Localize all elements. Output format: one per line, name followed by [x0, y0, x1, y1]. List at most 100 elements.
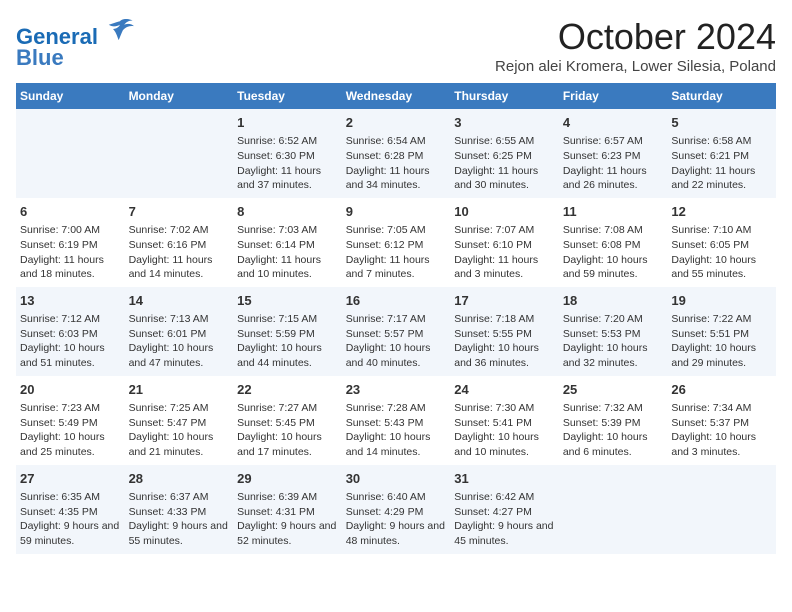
day-number: 21: [129, 381, 230, 399]
calendar-cell: 21 Sunrise: 7:25 AMSunset: 5:47 PMDayligh…: [125, 376, 234, 465]
day-number: 7: [129, 203, 230, 221]
calendar-cell: 9Sunrise: 7:05 AMSunset: 6:12 PMDaylight…: [342, 198, 451, 287]
day-number: 31: [454, 470, 555, 488]
calendar-cell: 24Sunrise: 7:30 AMSunset: 5:41 PMDayligh…: [450, 376, 559, 465]
cell-text: Sunrise: 6:52 AM: [237, 134, 338, 149]
cell-text: Daylight: 10 hours and 3 minutes.: [671, 430, 772, 459]
title-block: October 2024 Rejon alei Kromera, Lower S…: [495, 16, 776, 75]
cell-text: Sunrise: 7:23 AM: [20, 401, 121, 416]
cell-text: Sunrise: 7:25 AM: [129, 401, 230, 416]
cell-text: Daylight: 10 hours and 44 minutes.: [237, 341, 338, 370]
cell-text: Sunset: 6:12 PM: [346, 238, 447, 253]
day-number: 4: [563, 114, 664, 132]
cell-text: Sunrise: 7:08 AM: [563, 223, 664, 238]
cell-text: Daylight: 10 hours and 36 minutes.: [454, 341, 555, 370]
calendar-header-row: SundayMondayTuesdayWednesdayThursdayFrid…: [16, 83, 776, 109]
cell-text: Daylight: 11 hours and 14 minutes.: [129, 253, 230, 282]
cell-text: Sunset: 5:49 PM: [20, 416, 121, 431]
cell-text: Sunrise: 6:42 AM: [454, 490, 555, 505]
calendar-cell: 12Sunrise: 7:10 AMSunset: 6:05 PMDayligh…: [667, 198, 776, 287]
cell-text: Sunrise: 7:07 AM: [454, 223, 555, 238]
calendar-week-row: 1Sunrise: 6:52 AMSunset: 6:30 PMDaylight…: [16, 109, 776, 198]
day-number: 25: [563, 381, 664, 399]
cell-text: Sunset: 6:25 PM: [454, 149, 555, 164]
day-number: 29: [237, 470, 338, 488]
calendar-cell: 29Sunrise: 6:39 AMSunset: 4:31 PMDayligh…: [233, 465, 342, 554]
calendar-cell: 5Sunrise: 6:58 AMSunset: 6:21 PMDaylight…: [667, 109, 776, 198]
cell-text: Sunset: 6:01 PM: [129, 327, 230, 342]
day-number: 19: [671, 292, 772, 310]
cell-text: Sunset: 6:14 PM: [237, 238, 338, 253]
cell-text: Sunrise: 7:17 AM: [346, 312, 447, 327]
cell-text: Sunrise: 7:30 AM: [454, 401, 555, 416]
cell-text: Sunrise: 7:05 AM: [346, 223, 447, 238]
day-number: 14: [129, 292, 230, 310]
cell-text: Sunrise: 7:32 AM: [563, 401, 664, 416]
cell-text: Sunrise: 7:15 AM: [237, 312, 338, 327]
cell-text: Daylight: 9 hours and 45 minutes.: [454, 519, 555, 548]
day-number: 24: [454, 381, 555, 399]
calendar-cell: 2Sunrise: 6:54 AMSunset: 6:28 PMDaylight…: [342, 109, 451, 198]
day-of-week-header: Tuesday: [233, 83, 342, 109]
cell-text: Daylight: 11 hours and 26 minutes.: [563, 164, 664, 193]
cell-text: Daylight: 10 hours and 14 minutes.: [346, 430, 447, 459]
calendar-cell: 18Sunrise: 7:20 AMSunset: 5:53 PMDayligh…: [559, 287, 668, 376]
cell-text: Daylight: 10 hours and 29 minutes.: [671, 341, 772, 370]
cell-text: Daylight: 10 hours and 40 minutes.: [346, 341, 447, 370]
calendar-cell: 7Sunrise: 7:02 AMSunset: 6:16 PMDaylight…: [125, 198, 234, 287]
calendar-cell: 22Sunrise: 7:27 AMSunset: 5:45 PMDayligh…: [233, 376, 342, 465]
cell-text: Daylight: 10 hours and 47 minutes.: [129, 341, 230, 370]
cell-text: Daylight: 10 hours and 21 minutes.: [129, 430, 230, 459]
cell-text: Sunset: 5:59 PM: [237, 327, 338, 342]
cell-text: Sunset: 5:39 PM: [563, 416, 664, 431]
day-number: 2: [346, 114, 447, 132]
cell-text: Sunrise: 7:34 AM: [671, 401, 772, 416]
day-of-week-header: Monday: [125, 83, 234, 109]
cell-text: Sunrise: 6:35 AM: [20, 490, 121, 505]
day-number: 1: [237, 114, 338, 132]
cell-text: Daylight: 10 hours and 6 minutes.: [563, 430, 664, 459]
cell-text: Sunset: 4:35 PM: [20, 505, 121, 520]
day-number: 16: [346, 292, 447, 310]
day-number: 30: [346, 470, 447, 488]
cell-text: Sunrise: 7:22 AM: [671, 312, 772, 327]
cell-text: Sunset: 6:03 PM: [20, 327, 121, 342]
cell-text: Sunset: 5:45 PM: [237, 416, 338, 431]
cell-text: Sunset: 5:53 PM: [563, 327, 664, 342]
cell-text: Sunset: 4:27 PM: [454, 505, 555, 520]
cell-text: Sunrise: 6:54 AM: [346, 134, 447, 149]
calendar-cell: 30Sunrise: 6:40 AMSunset: 4:29 PMDayligh…: [342, 465, 451, 554]
cell-text: Sunrise: 7:03 AM: [237, 223, 338, 238]
calendar-cell: 4Sunrise: 6:57 AMSunset: 6:23 PMDaylight…: [559, 109, 668, 198]
cell-text: Sunrise: 7:10 AM: [671, 223, 772, 238]
cell-text: Sunrise: 6:37 AM: [129, 490, 230, 505]
calendar-cell: 19Sunrise: 7:22 AMSunset: 5:51 PMDayligh…: [667, 287, 776, 376]
cell-text: Daylight: 11 hours and 18 minutes.: [20, 253, 121, 282]
day-number: 11: [563, 203, 664, 221]
logo: General Blue: [16, 16, 134, 71]
cell-text: Daylight: 9 hours and 55 minutes.: [129, 519, 230, 548]
cell-text: Sunset: 5:57 PM: [346, 327, 447, 342]
calendar-week-row: 27Sunrise: 6:35 AMSunset: 4:35 PMDayligh…: [16, 465, 776, 554]
cell-text: Sunset: 6:23 PM: [563, 149, 664, 164]
calendar-cell: 28Sunrise: 6:37 AMSunset: 4:33 PMDayligh…: [125, 465, 234, 554]
cell-text: Sunset: 5:47 PM: [129, 416, 230, 431]
calendar-week-row: 13Sunrise: 7:12 AMSunset: 6:03 PMDayligh…: [16, 287, 776, 376]
calendar-cell: 16 Sunrise: 7:17 AMSunset: 5:57 PMDayligh…: [342, 287, 451, 376]
cell-text: Daylight: 9 hours and 48 minutes.: [346, 519, 447, 548]
cell-text: Sunset: 5:43 PM: [346, 416, 447, 431]
cell-text: Daylight: 9 hours and 59 minutes.: [20, 519, 121, 548]
month-title: October 2024: [495, 16, 776, 58]
cell-text: Daylight: 11 hours and 37 minutes.: [237, 164, 338, 193]
calendar-cell: 17Sunrise: 7:18 AMSunset: 5:55 PMDayligh…: [450, 287, 559, 376]
cell-text: Sunrise: 7:27 AM: [237, 401, 338, 416]
day-of-week-header: Sunday: [16, 83, 125, 109]
day-number: 20: [20, 381, 121, 399]
day-of-week-header: Thursday: [450, 83, 559, 109]
cell-text: Daylight: 9 hours and 52 minutes.: [237, 519, 338, 548]
calendar-cell: 27Sunrise: 6:35 AMSunset: 4:35 PMDayligh…: [16, 465, 125, 554]
cell-text: Daylight: 10 hours and 17 minutes.: [237, 430, 338, 459]
calendar-cell: 26Sunrise: 7:34 AMSunset: 5:37 PMDayligh…: [667, 376, 776, 465]
day-of-week-header: Saturday: [667, 83, 776, 109]
calendar-cell: 10Sunrise: 7:07 AMSunset: 6:10 PMDayligh…: [450, 198, 559, 287]
